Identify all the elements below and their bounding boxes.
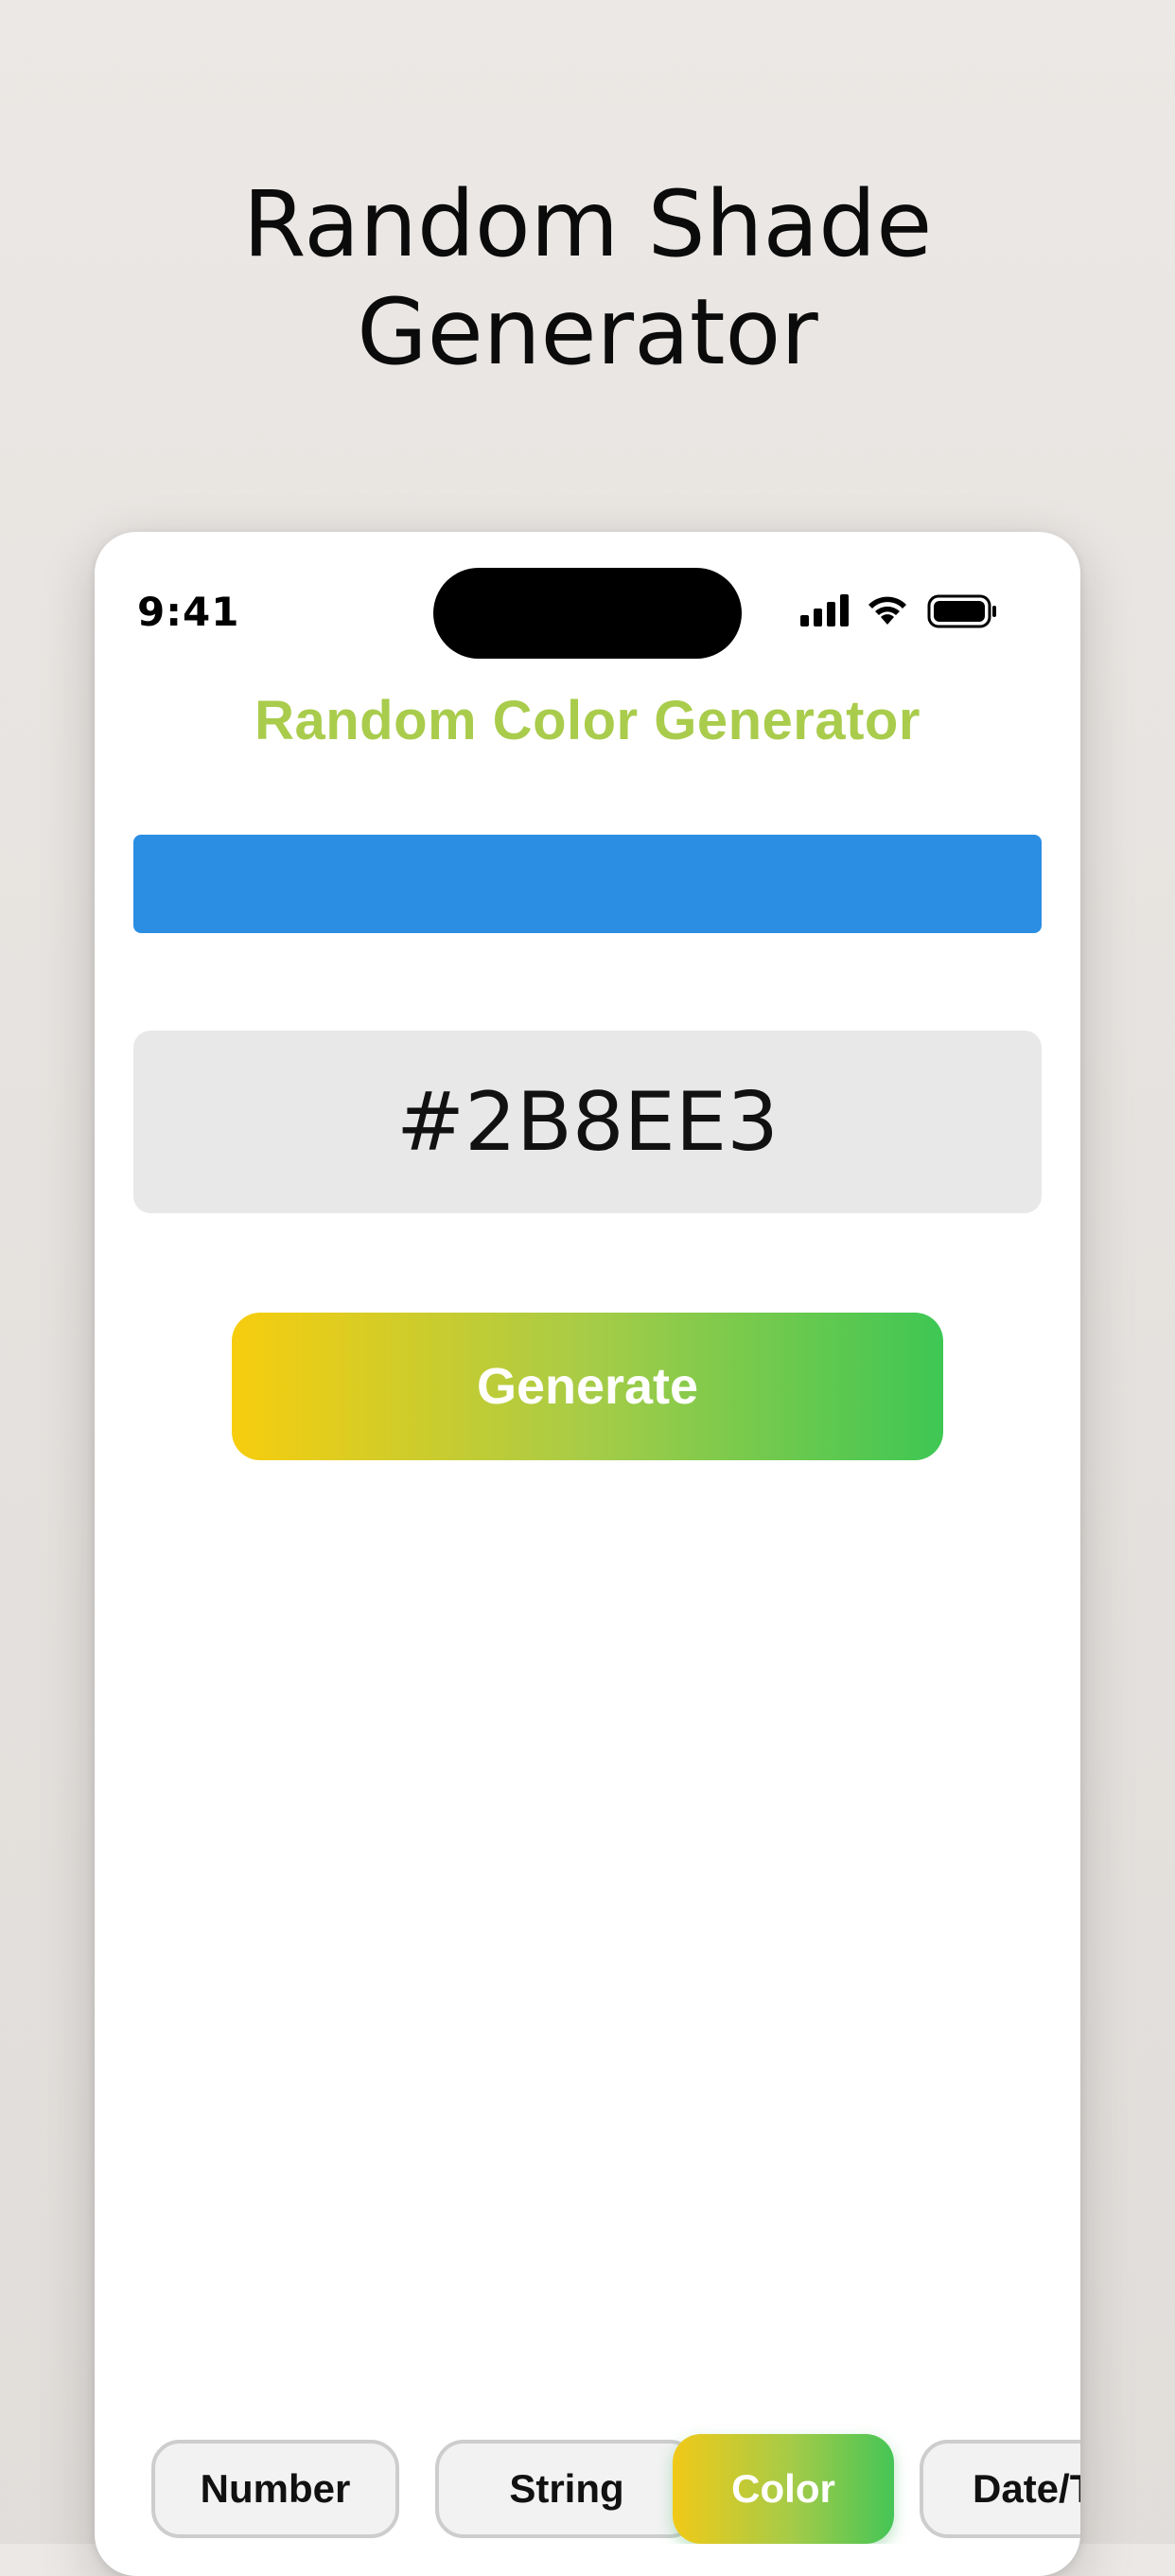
tab-string[interactable]: String bbox=[435, 2440, 698, 2538]
promo-title: Random Shade Generator bbox=[0, 170, 1175, 386]
battery-icon bbox=[927, 594, 996, 628]
generate-button[interactable]: Generate bbox=[232, 1313, 943, 1460]
status-time: 9:41 bbox=[137, 589, 240, 635]
status-icons bbox=[800, 594, 999, 632]
cellular-signal-icon bbox=[800, 594, 849, 626]
hex-value-box: #2B8EE3 bbox=[133, 1031, 1042, 1213]
promo-title-line1: Random Shade bbox=[242, 171, 933, 277]
app-title: Random Color Generator bbox=[254, 690, 921, 751]
dynamic-island bbox=[433, 568, 742, 659]
tab-number[interactable]: Number bbox=[151, 2440, 399, 2538]
generate-button-label: Generate bbox=[476, 1358, 699, 1415]
hex-value-text: #2B8EE3 bbox=[396, 1074, 779, 1170]
wifi-icon bbox=[868, 596, 906, 625]
tab-color[interactable]: Color bbox=[673, 2434, 894, 2544]
generator-tab-bar: Number String Color Date/T bbox=[95, 2423, 1080, 2544]
tab-date-time[interactable]: Date/T bbox=[920, 2440, 1080, 2538]
promo-title-line2: Generator bbox=[357, 279, 818, 385]
color-preview-swatch bbox=[133, 835, 1042, 933]
